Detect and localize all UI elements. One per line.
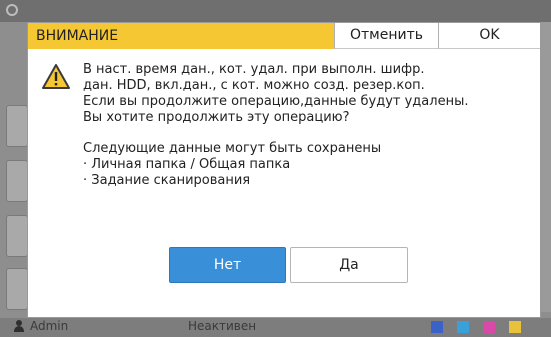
warning-dialog: ВНИМАНИЕ Отменить OK В наст. время дан.,… <box>27 22 541 318</box>
no-button[interactable]: Нет <box>169 247 286 283</box>
gear-icon <box>6 4 18 16</box>
message-line: Если вы продолжите операцию,данные будут… <box>83 94 469 109</box>
user-name: Admin <box>30 319 69 333</box>
dialog-title: ВНИМАНИЕ <box>28 23 334 49</box>
background-top-bar <box>0 0 551 22</box>
ink-level-icon <box>509 321 521 333</box>
status-text: Неактивен <box>188 319 257 333</box>
dialog-header: ВНИМАНИЕ Отменить OK <box>28 23 540 49</box>
background-side-button <box>6 215 28 257</box>
message-line: дан. HDD, вкл.дан., с кот. можно созд. р… <box>83 78 425 93</box>
ink-level-icon <box>431 321 443 333</box>
message-line: Вы хотите продолжить эту операцию? <box>83 110 350 125</box>
ink-level-icon <box>457 321 469 333</box>
cancel-button[interactable]: Отменить <box>334 23 438 49</box>
message-line: В наст. время дан., кот. удал. при выпол… <box>83 62 425 77</box>
dialog-message: В наст. время дан., кот. удал. при выпол… <box>83 62 533 189</box>
saved-data-item: · Личная папка / Общая папка <box>83 157 291 172</box>
yes-button[interactable]: Да <box>290 247 408 283</box>
user-icon <box>14 320 24 332</box>
background-side-button <box>6 160 28 202</box>
saved-data-item: · Задание сканирования <box>83 173 251 188</box>
background-side-button <box>6 268 28 310</box>
ok-button[interactable]: OK <box>438 23 540 49</box>
saved-data-heading: Следующие данные могут быть сохранены <box>83 141 382 156</box>
background-side-button <box>6 105 28 147</box>
warning-icon <box>42 64 70 89</box>
status-bar: Admin Неактивен <box>0 318 551 337</box>
ink-level-icon <box>483 321 495 333</box>
